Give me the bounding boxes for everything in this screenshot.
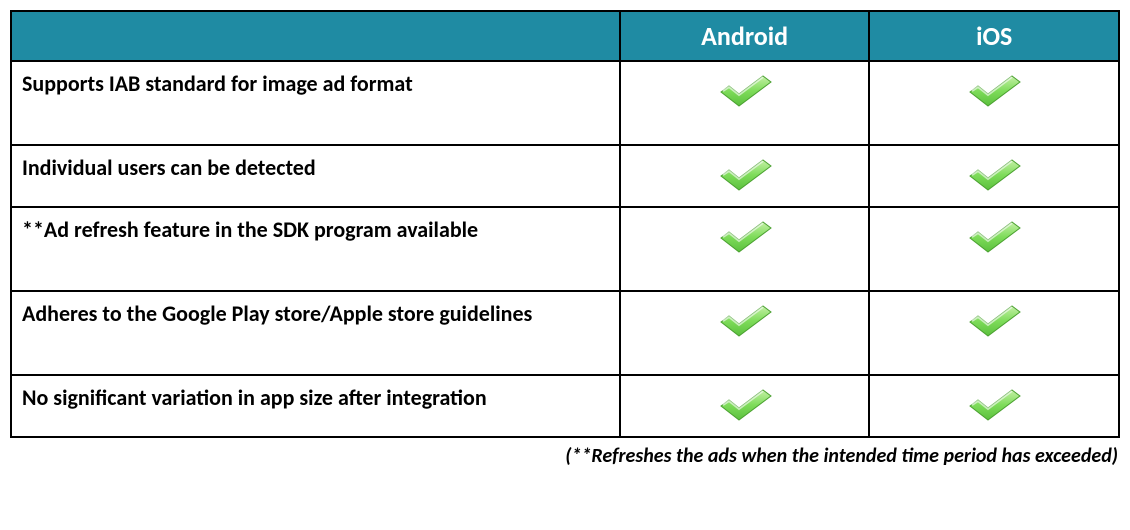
ios-cell: [869, 375, 1119, 437]
android-cell: [620, 291, 870, 375]
ios-cell: [869, 61, 1119, 145]
header-ios: iOS: [869, 11, 1119, 61]
checkmark-icon: [717, 386, 773, 422]
android-cell: [620, 61, 870, 145]
android-cell: [620, 145, 870, 207]
checkmark-icon: [966, 156, 1022, 192]
table-row: Individual users can be detected: [11, 145, 1119, 207]
android-cell: [620, 375, 870, 437]
table-row: Supports IAB standard for image ad forma…: [11, 61, 1119, 145]
header-android: Android: [620, 11, 870, 61]
checkmark-icon: [966, 302, 1022, 338]
checkmark-icon: [966, 218, 1022, 254]
header-row: Android iOS: [11, 11, 1119, 61]
ios-cell: [869, 207, 1119, 291]
feature-cell: No significant variation in app size aft…: [11, 375, 620, 437]
checkmark-icon: [717, 72, 773, 108]
table-body: Supports IAB standard for image ad forma…: [11, 61, 1119, 437]
header-feature-empty: [11, 11, 620, 61]
footnote-text: (**Refreshes the ads when the intended t…: [10, 438, 1120, 468]
comparison-table: Android iOS Supports IAB standard for im…: [10, 10, 1120, 438]
checkmark-icon: [966, 72, 1022, 108]
checkmark-icon: [966, 386, 1022, 422]
feature-cell: Adheres to the Google Play store/Apple s…: [11, 291, 620, 375]
checkmark-icon: [717, 302, 773, 338]
android-cell: [620, 207, 870, 291]
checkmark-icon: [717, 156, 773, 192]
feature-cell: Individual users can be detected: [11, 145, 620, 207]
ios-cell: [869, 291, 1119, 375]
table-row: No significant variation in app size aft…: [11, 375, 1119, 437]
ios-cell: [869, 145, 1119, 207]
feature-cell: **Ad refresh feature in the SDK program …: [11, 207, 620, 291]
checkmark-icon: [717, 218, 773, 254]
feature-cell: Supports IAB standard for image ad forma…: [11, 61, 620, 145]
table-row: Adheres to the Google Play store/Apple s…: [11, 291, 1119, 375]
table-row: **Ad refresh feature in the SDK program …: [11, 207, 1119, 291]
